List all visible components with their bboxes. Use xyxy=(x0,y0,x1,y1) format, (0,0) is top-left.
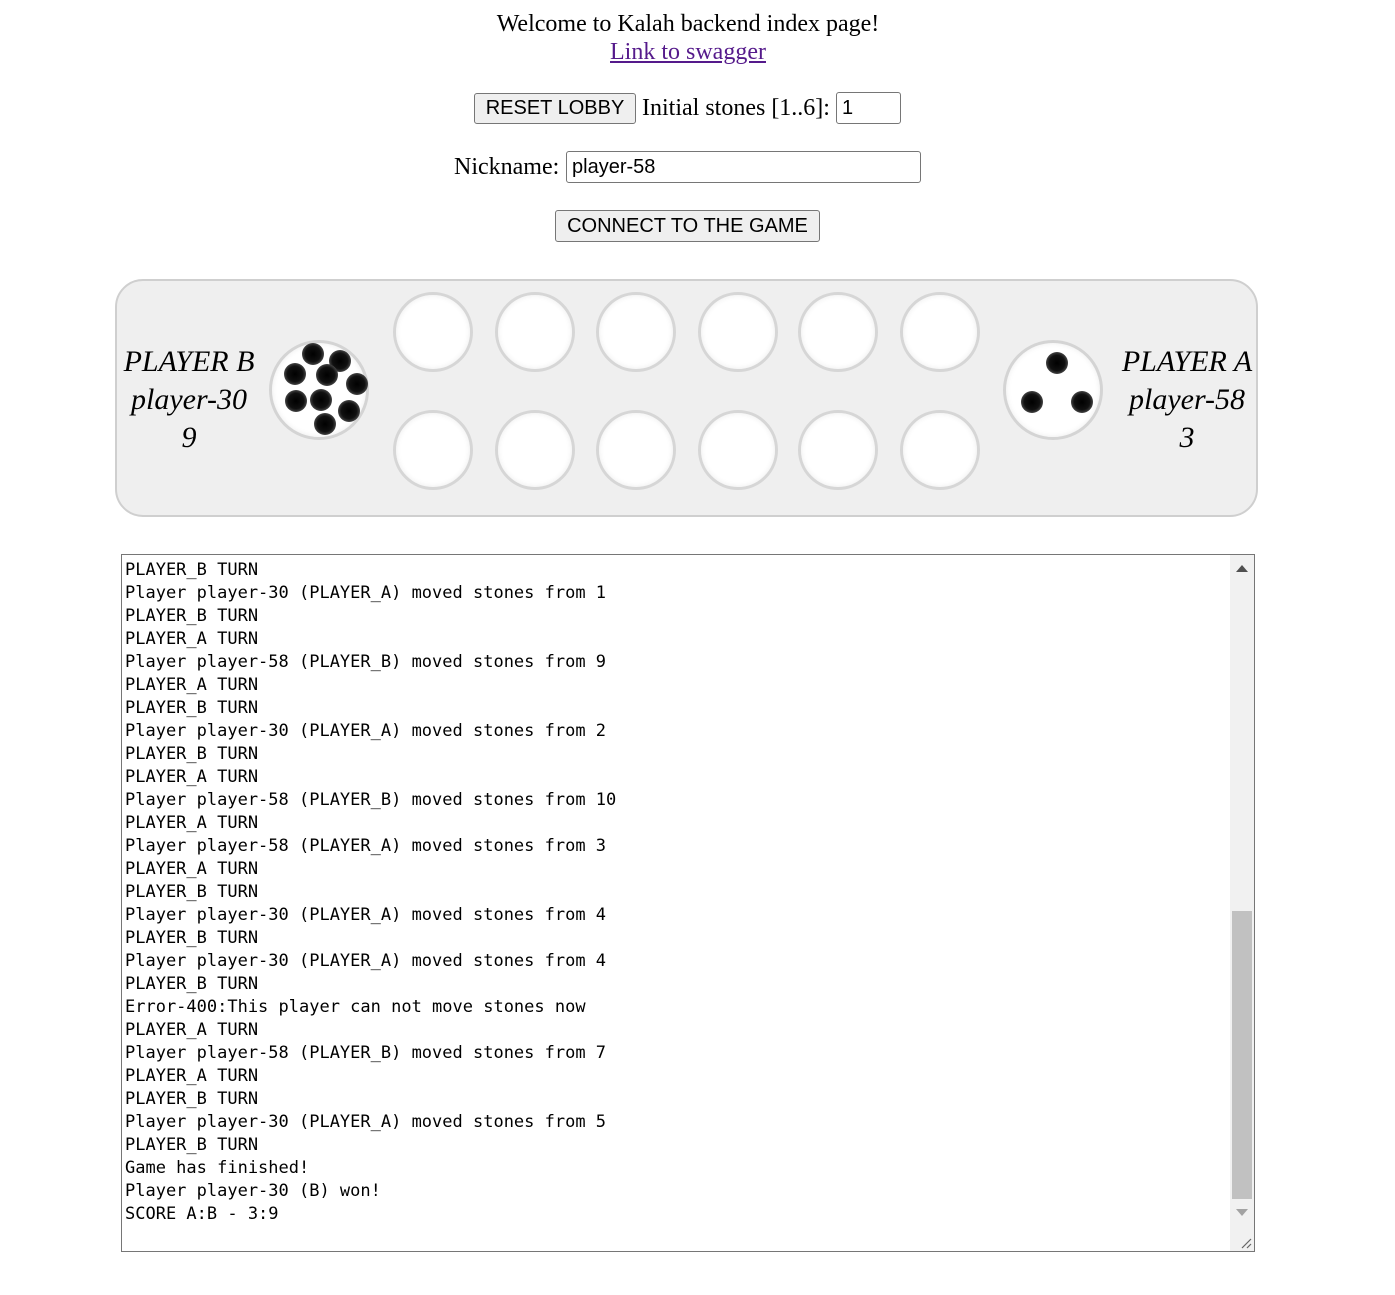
player-b-store-stone xyxy=(346,373,368,395)
pit-top-1[interactable] xyxy=(393,292,473,372)
player-b-role: PLAYER B xyxy=(123,345,255,378)
player-b-store-stone xyxy=(314,413,336,435)
player-b-store-stone xyxy=(284,363,306,385)
log-line: PLAYER_A TURN xyxy=(125,859,259,879)
pit-bottom-2[interactable] xyxy=(495,410,575,490)
pit-top-2[interactable] xyxy=(495,292,575,372)
swagger-link[interactable]: Link to swagger xyxy=(610,39,766,65)
log-line: Player player-30 (PLAYER_A) moved stones… xyxy=(125,951,607,971)
log-line: PLAYER_B TURN xyxy=(125,606,259,626)
resize-handle-icon[interactable] xyxy=(1240,1237,1252,1249)
player-a-score: 3 xyxy=(1179,421,1195,454)
game-log-content: PLAYER_B TURN Player player-30 (PLAYER_A)… xyxy=(125,559,1226,1251)
player-b-info: PLAYER B player-30 9 xyxy=(121,343,257,457)
scroll-up-arrow-icon[interactable] xyxy=(1236,565,1248,572)
log-line: PLAYER_A TURN xyxy=(125,675,259,695)
log-line: Player player-30 (PLAYER_A) moved stones… xyxy=(125,905,607,925)
player-a-store-stone xyxy=(1046,352,1068,374)
player-b-store-stone xyxy=(285,390,307,412)
pit-bottom-3[interactable] xyxy=(596,410,676,490)
log-line: PLAYER_A TURN xyxy=(125,1020,259,1040)
player-a-info: PLAYER A player-58 3 xyxy=(1119,343,1255,457)
log-line: Player player-58 (PLAYER_A) moved stones… xyxy=(125,836,607,856)
player-a-name: player-58 xyxy=(1128,383,1246,416)
log-line: Player player-30 (PLAYER_A) moved stones… xyxy=(125,721,607,741)
log-line: PLAYER_B TURN xyxy=(125,928,259,948)
player-a-store-stone xyxy=(1021,391,1043,413)
log-line: Player player-58 (PLAYER_B) moved stones… xyxy=(125,1043,607,1063)
player-b-store-stone xyxy=(302,343,324,365)
player-b-store-stone xyxy=(338,400,360,422)
reset-lobby-button[interactable]: RESET LOBBY xyxy=(474,93,636,124)
pit-bottom-6[interactable] xyxy=(900,410,980,490)
player-b-score: 9 xyxy=(181,421,197,454)
initial-stones-label: Initial stones [1..6]: xyxy=(642,95,830,121)
player-b-store-stone xyxy=(310,389,332,411)
player-b-name: player-30 xyxy=(130,383,248,416)
player-a-store-stone xyxy=(1071,391,1093,413)
pit-top-3[interactable] xyxy=(596,292,676,372)
player-a-role: PLAYER A xyxy=(1121,345,1253,378)
game-log-textarea[interactable]: PLAYER_B TURN Player player-30 (PLAYER_A)… xyxy=(121,554,1255,1252)
log-line: Player player-30 (B) won! xyxy=(125,1181,381,1201)
pit-bottom-1[interactable] xyxy=(393,410,473,490)
pit-top-6[interactable] xyxy=(900,292,980,372)
log-line: PLAYER_B TURN xyxy=(125,882,259,902)
connect-button[interactable]: CONNECT TO THE GAME xyxy=(555,210,820,242)
log-line: PLAYER_B TURN xyxy=(125,560,259,580)
log-line: PLAYER_B TURN xyxy=(125,744,259,764)
log-line: Player player-58 (PLAYER_B) moved stones… xyxy=(125,790,617,810)
scroll-down-arrow-icon[interactable] xyxy=(1236,1209,1248,1216)
swagger-link-container: Link to swagger xyxy=(0,38,1376,66)
log-line: PLAYER_A TURN xyxy=(125,767,259,787)
pit-top-4[interactable] xyxy=(698,292,778,372)
nickname-input[interactable] xyxy=(566,151,921,183)
log-line: Player player-58 (PLAYER_B) moved stones… xyxy=(125,652,607,672)
welcome-text: Welcome to Kalah backend index page! xyxy=(496,11,880,37)
player-b-store-stone xyxy=(316,364,338,386)
scrollbar-thumb[interactable] xyxy=(1232,911,1252,1199)
initial-stones-input[interactable] xyxy=(836,92,901,124)
log-line: PLAYER_A TURN xyxy=(125,629,259,649)
log-line: Player player-30 (PLAYER_A) moved stones… xyxy=(125,1112,607,1132)
log-line: Player player-30 (PLAYER_A) moved stones… xyxy=(125,583,607,603)
player-a-store[interactable] xyxy=(1003,340,1103,440)
pit-bottom-4[interactable] xyxy=(698,410,778,490)
nickname-label: Nickname: xyxy=(454,154,560,180)
kalah-board: PLAYER B player-30 9 PLAYER A player-58 … xyxy=(115,279,1258,517)
log-line: Game has finished! xyxy=(125,1158,310,1178)
pit-top-5[interactable] xyxy=(798,292,878,372)
log-line: PLAYER_A TURN xyxy=(125,1066,259,1086)
player-b-store[interactable] xyxy=(269,340,369,440)
log-line: Error-400:This player can not move stone… xyxy=(125,997,586,1017)
log-line: PLAYER_B TURN xyxy=(125,1089,259,1109)
log-line: PLAYER_B TURN xyxy=(125,1135,259,1155)
log-line: SCORE A:B - 3:9 xyxy=(125,1204,279,1224)
log-line: PLAYER_B TURN xyxy=(125,974,259,994)
log-scrollbar[interactable] xyxy=(1230,555,1254,1251)
log-line: PLAYER_A TURN xyxy=(125,813,259,833)
log-line: PLAYER_B TURN xyxy=(125,698,259,718)
pit-bottom-5[interactable] xyxy=(798,410,878,490)
